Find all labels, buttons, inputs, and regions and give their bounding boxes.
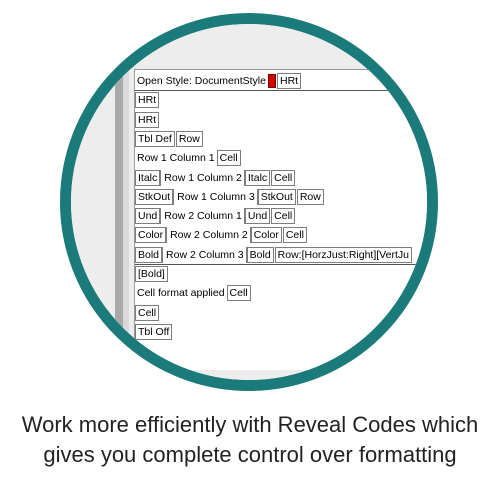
code-text: Row 2 Column 1: [164, 210, 242, 223]
format-code[interactable]: Color: [249, 227, 282, 244]
code-line: Und Row 2 Column 1 Und Cell: [135, 207, 296, 225]
code-text: Row 2 Column 2: [170, 229, 248, 242]
code-line: Cell: [135, 304, 160, 322]
caption: Work more efficiently with Reveal Codes …: [0, 410, 500, 470]
format-code[interactable]: Cell: [226, 285, 251, 302]
left-margin: [123, 69, 129, 359]
format-code[interactable]: Row: [296, 188, 324, 205]
format-code[interactable]: Cell: [271, 208, 296, 225]
format-code[interactable]: Color: [135, 227, 168, 244]
code-line: HRt: [135, 91, 160, 109]
caption-line-1: Work more efficiently with Reveal Codes …: [21, 412, 479, 437]
code-text: Row 1 Column 1: [137, 152, 215, 165]
code-line: StkOut Row 1 Column 3 StkOut Row: [135, 188, 325, 206]
code-line: Italc Row 1 Column 2 Italc Cell: [135, 169, 296, 187]
format-code[interactable]: HRt: [135, 92, 160, 109]
format-code[interactable]: Und: [135, 208, 162, 225]
format-code[interactable]: Tbl Def: [135, 130, 175, 147]
format-code[interactable]: Und: [243, 208, 271, 225]
code-text: Cell format applied: [137, 287, 225, 300]
format-code[interactable]: Row:[HorzJust:Right][VertJu: [274, 246, 412, 263]
code-line: Open Style: DocumentStyle HRt: [135, 72, 302, 90]
reveal-codes-pane[interactable]: Open Style: DocumentStyle HRt HRt HRt Tbl De…: [134, 69, 427, 370]
code-text: Row 2 Column 3: [166, 248, 244, 261]
code-text: Row 1 Column 3: [177, 190, 255, 203]
format-code[interactable]: HRt: [135, 111, 160, 128]
format-code[interactable]: Bold: [245, 246, 274, 263]
code-line: Row 1 Column 1 Cell: [135, 149, 242, 167]
color-swatch-code[interactable]: [267, 74, 276, 88]
caption-line-2: gives you complete control over formatti…: [43, 442, 457, 467]
format-code[interactable]: [Bold]: [135, 266, 168, 282]
code-text: Row 1 Column 2: [164, 171, 242, 184]
code-divider: [135, 264, 427, 265]
code-line: Color Row 2 Column 2 Color Cell: [135, 226, 308, 244]
format-code[interactable]: Tbl Off: [135, 323, 173, 340]
circular-frame: Open Style: DocumentStyle HRt HRt HRt Tbl De…: [60, 13, 438, 391]
code-line: Cell format applied Cell: [135, 284, 252, 302]
format-code[interactable]: Cell: [216, 150, 241, 167]
code-line: HRt: [135, 111, 160, 129]
format-code[interactable]: HRt: [276, 73, 302, 89]
format-code[interactable]: Italc: [243, 169, 271, 186]
format-code[interactable]: Cell: [271, 169, 296, 186]
code-text: Open Style: DocumentStyle: [137, 75, 266, 87]
code-line: Tbl Def Row: [135, 130, 204, 148]
code-line: [Bold]: [135, 265, 169, 283]
format-code[interactable]: StkOut: [135, 188, 175, 205]
format-code[interactable]: Cell: [282, 227, 307, 244]
left-scrollbar-track[interactable]: [115, 69, 123, 359]
code-line: Tbl Off: [135, 323, 173, 341]
format-code[interactable]: Italc: [135, 169, 162, 186]
code-divider: [135, 90, 427, 92]
format-code[interactable]: Row: [175, 130, 203, 147]
format-code[interactable]: Bold: [135, 246, 164, 263]
format-code[interactable]: StkOut: [256, 188, 296, 205]
code-line: Bold Row 2 Column 3 Bold Row:[HorzJust:Righ…: [135, 246, 413, 264]
format-code[interactable]: Cell: [135, 304, 160, 321]
